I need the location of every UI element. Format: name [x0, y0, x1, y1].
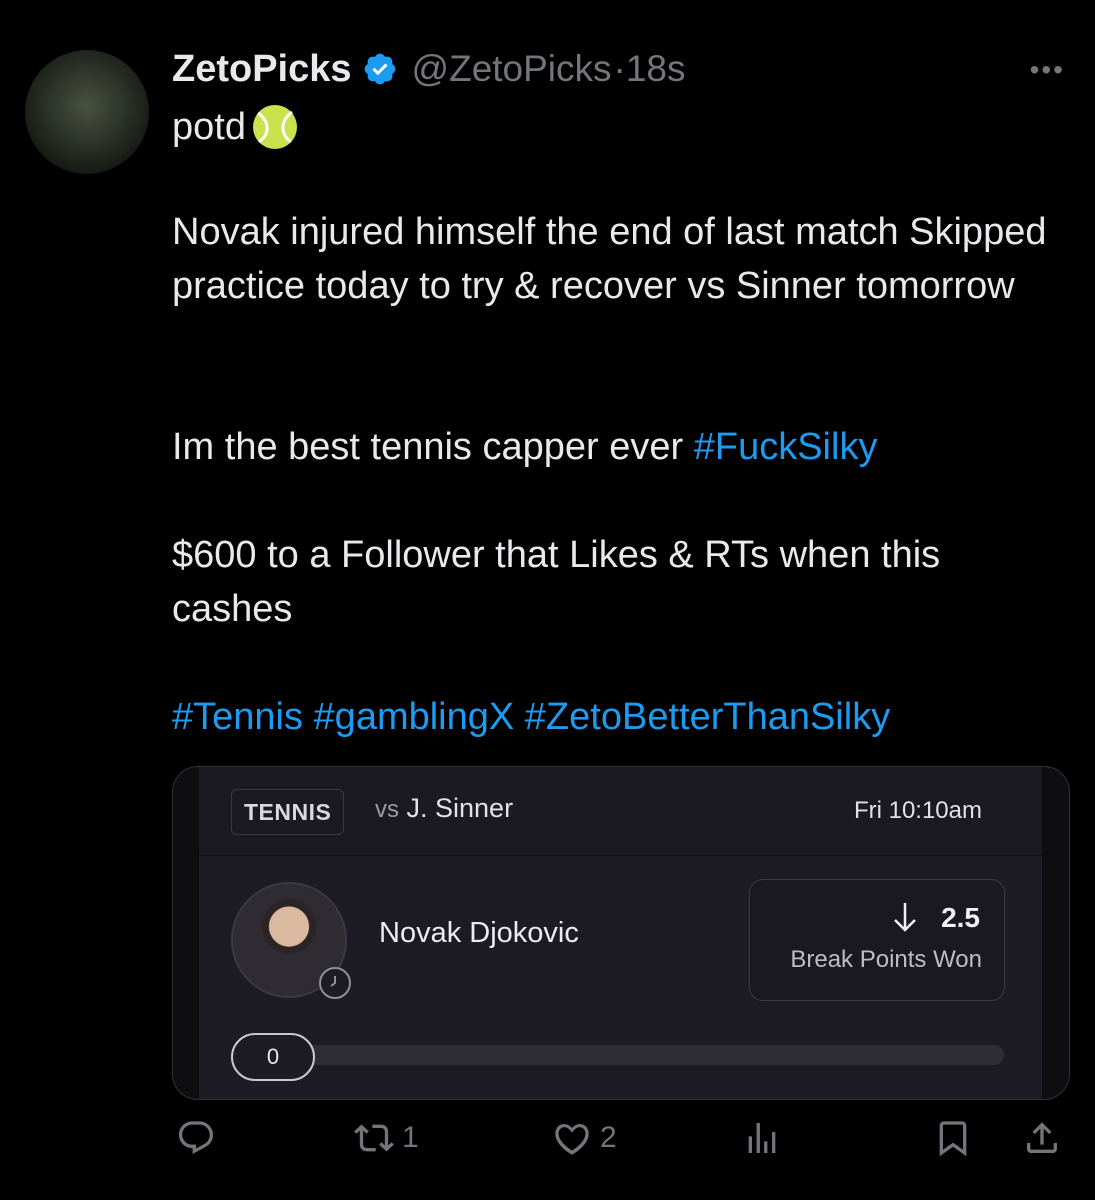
- tweet-paragraph-giveaway: $600 to a Follower that Likes & RTs when…: [172, 534, 941, 630]
- matchup-vs: vs: [375, 796, 399, 823]
- hashtag-fucksilky[interactable]: #FuckSilky: [694, 426, 878, 468]
- pick-line-box: 2.5 Break Points Won: [749, 879, 1005, 1001]
- clock-icon: [319, 967, 351, 999]
- author-avatar[interactable]: [25, 50, 149, 174]
- views-button[interactable]: [742, 1118, 790, 1158]
- author-name[interactable]: ZetoPicks: [172, 48, 352, 91]
- tweet-actions: 1 2: [0, 1118, 1095, 1178]
- tweet-timestamp[interactable]: ·18s: [614, 48, 686, 90]
- pick-card: TENNIS vs J. Sinner Fri 10:10am Novak Dj…: [199, 767, 1042, 1099]
- hashtag-tennis[interactable]: #Tennis: [172, 696, 303, 738]
- like-count: 2: [600, 1121, 617, 1154]
- pick-stat-label: Break Points Won: [790, 946, 982, 973]
- hashtag-gamblingx[interactable]: #gamblingX: [314, 696, 515, 738]
- bookmark-button[interactable]: [933, 1118, 973, 1158]
- reply-icon: [178, 1121, 214, 1155]
- retweet-count: 1: [402, 1121, 419, 1154]
- progress-track: [259, 1045, 1004, 1065]
- sport-badge: TENNIS: [231, 789, 345, 835]
- hashtag-zetobetterthansilky[interactable]: #ZetoBetterThanSilky: [525, 696, 890, 738]
- share-icon: [1027, 1122, 1057, 1153]
- tweet-capper-text: Im the best tennis capper ever: [172, 426, 694, 468]
- views-icon: [748, 1123, 776, 1153]
- tweet-potd: potd: [172, 106, 246, 148]
- reply-button[interactable]: [176, 1118, 224, 1158]
- matchup: vs J. Sinner: [375, 793, 513, 824]
- tweet-header: ZetoPicks @ZetoPicks ·18s: [172, 44, 686, 94]
- retweet-icon: [354, 1124, 394, 1152]
- heart-icon: [555, 1124, 589, 1155]
- tweet-paragraph-capper: Im the best tennis capper ever #FuckSilk…: [172, 420, 1052, 474]
- like-button[interactable]: 2: [552, 1118, 617, 1158]
- tweet-hashtags: #Tennis #gamblingX #ZetoBetterThanSilky: [172, 690, 1052, 744]
- player-name: Novak Djokovic: [379, 917, 579, 949]
- share-button[interactable]: [1022, 1118, 1062, 1158]
- game-time: Fri 10:10am: [853, 797, 982, 824]
- verified-badge-icon: [364, 53, 395, 85]
- pick-line-value: 2.5: [941, 902, 980, 933]
- tennis-ball-icon: [252, 105, 297, 149]
- retweet-button[interactable]: 1: [354, 1118, 419, 1158]
- tweet-paragraph-injury: Novak injured himself the end of last ma…: [172, 211, 1047, 307]
- author-handle[interactable]: @ZetoPicks: [412, 48, 612, 90]
- bookmark-icon: [939, 1121, 967, 1157]
- media-attachment[interactable]: TENNIS vs J. Sinner Fri 10:10am Novak Dj…: [172, 766, 1070, 1100]
- progress-value: 0: [231, 1033, 315, 1081]
- tweet-first-line: potd: [172, 100, 1052, 154]
- pick-card-header: TENNIS vs J. Sinner Fri 10:10am: [199, 767, 1042, 856]
- opponent-name: J. Sinner: [406, 793, 514, 823]
- arrow-down-icon: [894, 903, 916, 932]
- more-options-icon[interactable]: •••: [1030, 54, 1065, 86]
